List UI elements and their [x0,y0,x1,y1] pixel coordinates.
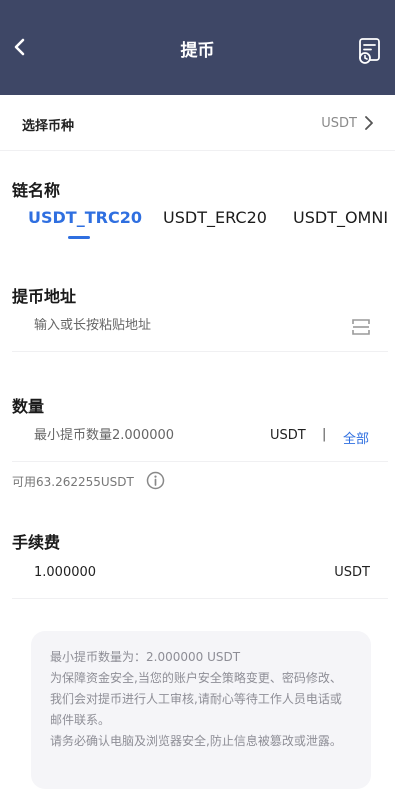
fee-row: 1.000000 USDT [12,553,388,599]
address-input-row [12,306,388,352]
active-tab-indicator [68,236,90,239]
chain-section-title: 链名称 [12,181,61,200]
tab-usdt-erc20[interactable]: USDT_ERC20 [163,208,267,227]
chevron-right-icon [365,116,373,130]
quantity-unit: USDT [270,428,306,443]
withdraw-record-button[interactable] [356,36,384,66]
selected-coin-value: USDT [321,116,357,131]
app-header: 提币 [0,0,395,95]
withdraw-notice: 最小提币数量为：2.000000 USDT 为保障资金安全,当您的账户安全策略变… [31,631,371,789]
available-balance: 可用63.262255USDT [12,475,134,489]
info-icon[interactable] [146,471,165,490]
address-input[interactable] [34,318,334,333]
quantity-input-row: USDT | 全部 [12,416,388,462]
select-coin-label: 选择币种 [22,119,75,134]
withdraw-all-button[interactable]: 全部 [343,428,369,447]
select-coin-row[interactable]: 选择币种 USDT [0,95,395,151]
notice-line: 请务必确认电脑及浏览器安全,防止信息被篡改或泄露。 [50,734,342,748]
quantity-divider: | [322,427,327,442]
tab-usdt-omni[interactable]: USDT_OMNI [293,208,388,227]
fee-value: 1.000000 [34,565,97,580]
quantity-section-title: 数量 [12,397,45,416]
fee-section-title: 手续费 [12,533,61,552]
notice-line: 最小提币数量为：2.000000 USDT [50,650,241,664]
address-section-title: 提币地址 [12,287,77,306]
fee-unit: USDT [334,565,370,580]
page-title: 提币 [180,41,215,61]
withdraw-record-icon [359,38,380,64]
notice-line: 为保障资金安全,当您的账户安全策略变更、密码修改、我们会对提币进行人工审核,请耐… [50,671,342,727]
tab-usdt-trc20[interactable]: USDT_TRC20 [28,208,142,227]
scan-icon[interactable] [352,318,370,336]
quantity-input[interactable] [34,428,254,443]
